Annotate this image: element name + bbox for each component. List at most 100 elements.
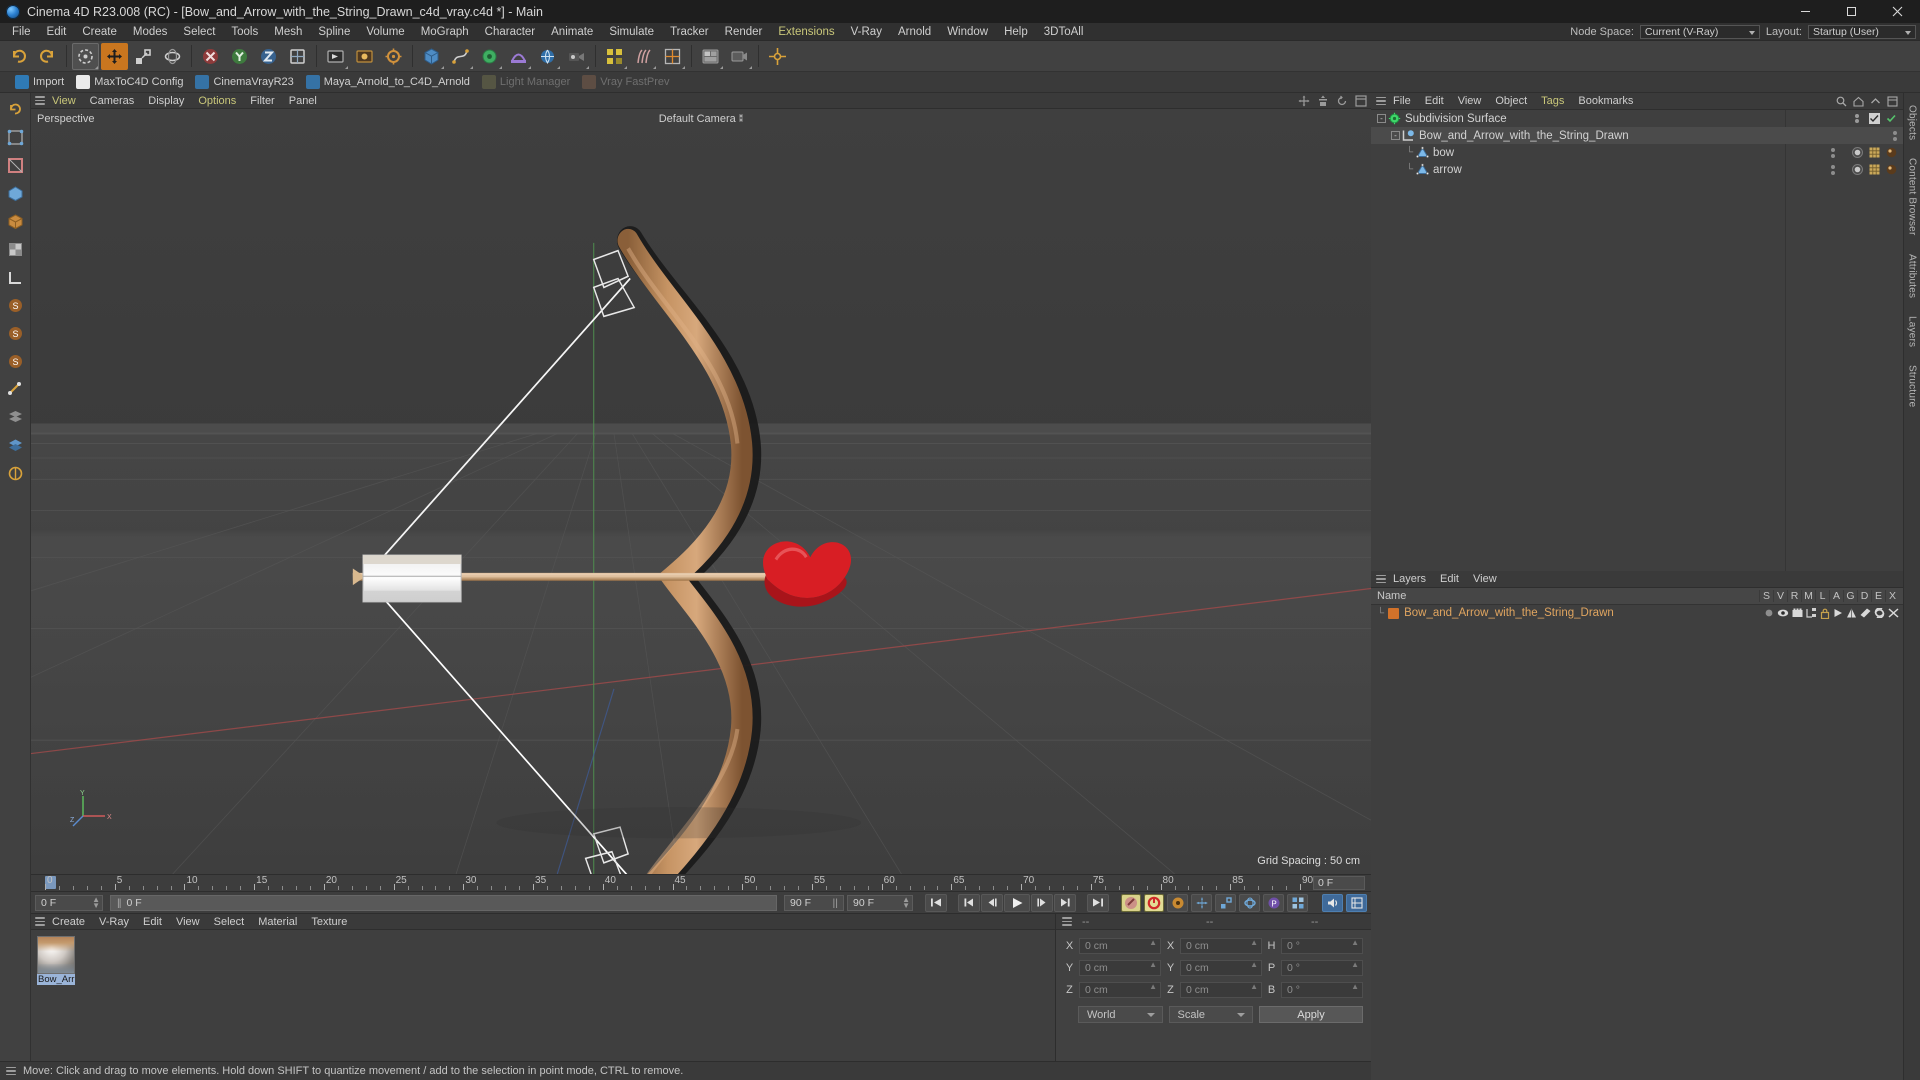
menu-v-ray[interactable]: V-Ray [843, 23, 890, 41]
material-menu-view[interactable]: View [169, 914, 207, 930]
expand-collapse-toggle[interactable]: - [1377, 114, 1386, 123]
material-menu-create[interactable]: Create [45, 914, 92, 930]
rail-tab-attributes[interactable]: Attributes [1907, 248, 1918, 304]
layer-color-swatch[interactable] [1388, 607, 1400, 619]
lock-x-axis-button[interactable] [197, 43, 224, 70]
size-field-spinner[interactable]: ▲ [1250, 961, 1258, 969]
status-hamburger-icon[interactable] [6, 1066, 16, 1076]
object-row-arrow[interactable]: └ arrow [1371, 161, 1903, 178]
position-field[interactable]: 0 cm ▲ [1079, 938, 1161, 954]
object-search-icon[interactable] [1836, 96, 1847, 107]
menu-spline[interactable]: Spline [310, 23, 358, 41]
uvw-tag-icon[interactable] [1869, 147, 1880, 158]
rotation-field[interactable]: 0 ° ▲ [1281, 938, 1363, 954]
layer-solo-icon[interactable] [1764, 608, 1774, 618]
step-forward-button[interactable] [1031, 893, 1053, 912]
viewport-move-icon[interactable] [1298, 95, 1310, 107]
rail-tab-layers[interactable]: Layers [1907, 310, 1918, 353]
viewport-menu-panel[interactable]: Panel [282, 93, 324, 109]
layer-generators-icon[interactable] [1846, 608, 1857, 618]
undo-view-icon[interactable] [2, 96, 28, 122]
phong-tag-icon[interactable] [1886, 164, 1897, 175]
move-tool-button[interactable] [101, 42, 128, 70]
add-environment-button[interactable] [534, 43, 561, 70]
menu-extensions[interactable]: Extensions [770, 23, 842, 41]
measure-icon[interactable] [2, 376, 28, 402]
go-to-end-button[interactable] [1087, 893, 1109, 912]
menu-tracker[interactable]: Tracker [662, 23, 717, 41]
position-field-spinner[interactable]: ▲ [1149, 983, 1157, 991]
size-field[interactable]: 0 cm ▲ [1180, 960, 1262, 976]
timeline-view-button[interactable] [1346, 893, 1367, 912]
rotate-tool-button[interactable] [159, 43, 186, 70]
rail-tab-objects[interactable]: Objects [1907, 99, 1918, 146]
layer-column-d[interactable]: D [1857, 590, 1871, 602]
add-spline-button[interactable] [447, 43, 474, 70]
apply-button[interactable]: Apply [1259, 1006, 1363, 1023]
layer-column-g[interactable]: G [1843, 590, 1857, 602]
material-menu-v-ray[interactable]: V-Ray [92, 914, 136, 930]
rotation-field-spinner[interactable]: ▲ [1351, 961, 1359, 969]
menu-mograph[interactable]: MoGraph [413, 23, 477, 41]
position-field[interactable]: 0 cm ▲ [1079, 982, 1161, 998]
timeline-scrubber[interactable]: || 0 F [110, 894, 777, 911]
object-menu-view[interactable]: View [1451, 93, 1489, 110]
go-to-start-button[interactable] [925, 893, 947, 912]
uvw-tag-icon[interactable] [1869, 164, 1880, 175]
rail-tab-structure[interactable]: Structure [1907, 359, 1918, 413]
layer-column-m[interactable]: M [1801, 590, 1815, 602]
model-mode-icon[interactable] [2, 208, 28, 234]
viewport-menu-cameras[interactable]: Cameras [83, 93, 142, 109]
viewport-3d[interactable]: Perspective Default Camera ⁑ Y X Z Grid … [31, 109, 1371, 874]
object-menu-hamburger-icon[interactable] [1376, 96, 1386, 106]
plugin-import[interactable]: Import [12, 73, 73, 92]
menu-character[interactable]: Character [477, 23, 544, 41]
max-frame-field[interactable]: 90 F ▲ ▼ [847, 894, 913, 911]
viewport-menu-options[interactable]: Options [191, 93, 243, 109]
material-menu-select[interactable]: Select [207, 914, 252, 930]
viewport-menu-filter[interactable]: Filter [243, 93, 281, 109]
menu-help[interactable]: Help [996, 23, 1036, 41]
record-active-objects-button[interactable] [1121, 893, 1141, 912]
visibility-dots-icon[interactable] [1854, 112, 1860, 125]
size-field-spinner[interactable]: ▲ [1250, 939, 1258, 947]
layer-column-a[interactable]: A [1829, 590, 1843, 602]
layer-manager-icon[interactable] [1806, 608, 1817, 618]
size-field[interactable]: 0 cm ▲ [1180, 938, 1262, 954]
layer-menu-hamburger-icon[interactable] [1376, 574, 1386, 584]
previous-keyframe-button[interactable] [958, 893, 980, 912]
layer-render-icon[interactable] [1792, 608, 1803, 618]
lock-z-axis-button[interactable] [255, 43, 282, 70]
scale-key-button[interactable] [1215, 893, 1236, 912]
position-field-spinner[interactable]: ▲ [1149, 961, 1157, 969]
menu-create[interactable]: Create [74, 23, 125, 41]
menu-file[interactable]: File [4, 23, 39, 41]
menu-mesh[interactable]: Mesh [266, 23, 310, 41]
layer-column-e[interactable]: E [1871, 590, 1885, 602]
layer-visible-icon[interactable] [1777, 608, 1789, 618]
polygon-mode-icon[interactable] [2, 180, 28, 206]
add-motion-tracker-button[interactable] [659, 43, 686, 70]
timeline-ruler[interactable]: 0 5 10 15 20 25 30 35 40 45 50 55 60 65 70 75 80 85 90 0 F [31, 874, 1371, 891]
object-up-icon[interactable] [1870, 96, 1881, 107]
object-row-subdivision-surface[interactable]: - Subdivision Surface [1371, 110, 1903, 127]
visibility-dots-icon[interactable] [1831, 147, 1835, 158]
rotation-field-spinner[interactable]: ▲ [1351, 983, 1359, 991]
phong-tag-icon[interactable] [1886, 147, 1897, 158]
layer-column-r[interactable]: R [1787, 590, 1801, 602]
layer-menu-edit[interactable]: Edit [1433, 571, 1466, 588]
viewport-menu-view[interactable]: View [45, 93, 83, 109]
layer-animation-icon[interactable] [1833, 608, 1843, 618]
menu-3dtoall[interactable]: 3DToAll [1036, 23, 1092, 41]
rotation-field-spinner[interactable]: ▲ [1351, 939, 1359, 947]
render-to-picture-viewer-button[interactable] [351, 43, 378, 70]
select-tool-button[interactable] [72, 42, 99, 70]
visibility-dots-icon[interactable] [1831, 164, 1835, 175]
object-row-bow[interactable]: └ bow [1371, 144, 1903, 161]
menu-tools[interactable]: Tools [223, 23, 266, 41]
layer-column-l[interactable]: L [1815, 590, 1829, 602]
scale-tool-button[interactable] [130, 43, 157, 70]
redo-button[interactable] [34, 43, 61, 70]
play-button[interactable] [1004, 893, 1030, 912]
menu-select[interactable]: Select [175, 23, 223, 41]
